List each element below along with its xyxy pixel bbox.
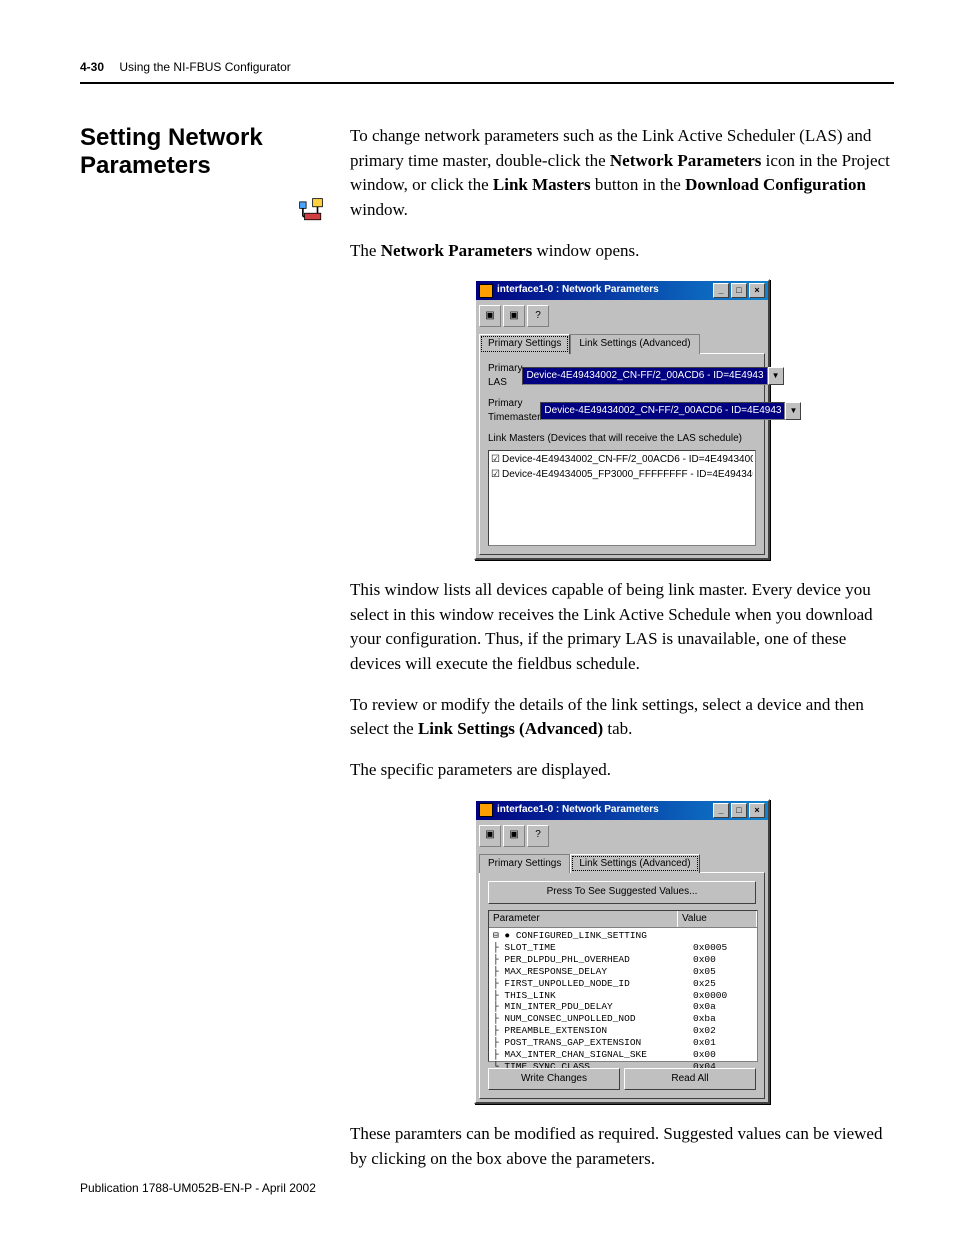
table-row[interactable]: ├ PREAMBLE_EXTENSION0x02	[493, 1025, 753, 1037]
param-name: ├ MAX_RESPONSE_DELAY	[493, 966, 693, 978]
param-value: 0x00	[693, 954, 753, 966]
app-icon	[479, 284, 493, 298]
param-value: 0x02	[693, 1025, 753, 1037]
close-button[interactable]: ×	[749, 803, 765, 818]
label-primary-timemaster: Primary Timemaster	[488, 397, 540, 426]
table-row[interactable]: ├ SLOT_TIME0x0005	[493, 942, 753, 954]
list-item[interactable]: Device-4E49434005_FP3000_FFFFFFFF - ID=4…	[491, 468, 753, 483]
param-value: 0x00	[693, 1049, 753, 1061]
table-row[interactable]: ⊟ ● CONFIGURED_LINK_SETTING	[493, 930, 753, 942]
link-masters-list[interactable]: Device-4E49434002_CN-FF/2_00ACD6 - ID=4E…	[488, 450, 756, 546]
help-button[interactable]: ?	[527, 825, 549, 847]
maximize-button[interactable]: □	[731, 283, 747, 298]
table-row[interactable]: ├ POST_TRANS_GAP_EXTENSION0x01	[493, 1037, 753, 1049]
write-changes-button[interactable]: Write Changes	[488, 1068, 620, 1091]
paragraph-4: To review or modify the details of the l…	[350, 693, 894, 742]
minimize-button[interactable]: _	[713, 803, 729, 818]
network-parameters-dialog-advanced: interface1-0 : Network Parameters _ □ × …	[474, 799, 770, 1105]
window-title: interface1-0 : Network Parameters	[497, 283, 659, 298]
param-value: 0x0000	[693, 990, 753, 1002]
param-name: ├ PREAMBLE_EXTENSION	[493, 1025, 693, 1037]
header-rule	[80, 82, 894, 84]
tabstrip: Primary Settings Link Settings (Advanced…	[479, 853, 765, 873]
paragraph-2: The Network Parameters window opens.	[350, 239, 894, 264]
list-item[interactable]: Device-4E49434002_CN-FF/2_00ACD6 - ID=4E…	[491, 453, 753, 468]
paragraph-3: This window lists all devices capable of…	[350, 578, 894, 677]
param-name: ├ MAX_INTER_CHAN_SIGNAL_SKE	[493, 1049, 693, 1061]
toolbar-button-2[interactable]: ▣	[503, 305, 525, 327]
titlebar[interactable]: interface1-0 : Network Parameters _ □ ×	[476, 281, 768, 300]
table-row[interactable]: ├ FIRST_UNPOLLED_NODE_ID0x25	[493, 978, 753, 990]
chevron-down-icon[interactable]: ▼	[768, 367, 784, 386]
chapter-title: Using the NI-FBUS Configurator	[119, 60, 290, 74]
tab-link-settings-advanced[interactable]: Link Settings (Advanced)	[570, 334, 699, 354]
param-name: ├ THIS_LINK	[493, 990, 693, 1002]
paragraph-5: The specific parameters are displayed.	[350, 758, 894, 783]
paragraph-6: These paramters can be modified as requi…	[350, 1122, 894, 1171]
param-name: ├ POST_TRANS_GAP_EXTENSION	[493, 1037, 693, 1049]
link-masters-label: Link Masters (Devices that will receive …	[488, 432, 756, 447]
param-name: ├ FIRST_UNPOLLED_NODE_ID	[493, 978, 693, 990]
table-row[interactable]: ├ MAX_INTER_CHAN_SIGNAL_SKE0x00	[493, 1049, 753, 1061]
param-value: 0x05	[693, 966, 753, 978]
paragraph-1: To change network parameters such as the…	[350, 124, 894, 223]
page-number: 4-30	[80, 60, 104, 74]
param-name: ├ PER_DLPDU_PHL_OVERHEAD	[493, 954, 693, 966]
page-header: 4-30 Using the NI-FBUS Configurator	[80, 60, 894, 74]
app-icon	[479, 803, 493, 817]
section-title: Setting Network Parameters	[80, 124, 330, 179]
help-button[interactable]: ?	[527, 305, 549, 327]
tabstrip: Primary Settings Link Settings (Advanced…	[479, 333, 765, 353]
read-all-button[interactable]: Read All	[624, 1068, 756, 1091]
maximize-button[interactable]: □	[731, 803, 747, 818]
param-value: 0x01	[693, 1037, 753, 1049]
column-header-parameter: Parameter	[489, 911, 678, 928]
param-name: ⊟ ● CONFIGURED_LINK_SETTING	[493, 930, 693, 942]
param-value: 0x0005	[693, 942, 753, 954]
toolbar-button-1[interactable]: ▣	[479, 305, 501, 327]
param-name: ├ MIN_INTER_PDU_DELAY	[493, 1001, 693, 1013]
select-primary-timemaster[interactable]: Device-4E49434002_CN-FF/2_00ACD6 - ID=4E…	[540, 402, 785, 421]
minimize-button[interactable]: _	[713, 283, 729, 298]
table-row[interactable]: ├ MIN_INTER_PDU_DELAY0x0a	[493, 1001, 753, 1013]
titlebar[interactable]: interface1-0 : Network Parameters _ □ ×	[476, 801, 768, 820]
table-row[interactable]: ├ NUM_CONSEC_UNPOLLED_NOD0xba	[493, 1013, 753, 1025]
toolbar: ▣ ▣ ?	[479, 823, 765, 851]
table-row[interactable]: ├ THIS_LINK0x0000	[493, 990, 753, 1002]
param-value: 0x25	[693, 978, 753, 990]
publication-footer: Publication 1788-UM052B-EN-P - April 200…	[80, 1181, 316, 1195]
tab-primary-settings[interactable]: Primary Settings	[479, 334, 570, 354]
network-parameters-icon	[80, 179, 330, 228]
toolbar-button-1[interactable]: ▣	[479, 825, 501, 847]
table-row[interactable]: ├ PER_DLPDU_PHL_OVERHEAD0x00	[493, 954, 753, 966]
toolbar-button-2[interactable]: ▣	[503, 825, 525, 847]
param-name: ├ NUM_CONSEC_UNPOLLED_NOD	[493, 1013, 693, 1025]
network-parameters-dialog-primary: interface1-0 : Network Parameters _ □ × …	[474, 279, 770, 560]
param-value	[693, 930, 753, 942]
select-primary-las[interactable]: Device-4E49434002_CN-FF/2_00ACD6 - ID=4E…	[522, 367, 767, 386]
close-button[interactable]: ×	[749, 283, 765, 298]
tab-link-settings-advanced[interactable]: Link Settings (Advanced)	[570, 854, 699, 874]
column-header-value: Value	[678, 911, 757, 928]
param-value: 0xba	[693, 1013, 753, 1025]
suggested-values-button[interactable]: Press To See Suggested Values...	[488, 881, 756, 904]
label-primary-las: Primary LAS	[488, 362, 522, 391]
param-name: ├ SLOT_TIME	[493, 942, 693, 954]
parameter-table[interactable]: Parameter Value ⊟ ● CONFIGURED_LINK_SETT…	[488, 910, 758, 1062]
window-title: interface1-0 : Network Parameters	[497, 803, 659, 818]
tab-primary-settings[interactable]: Primary Settings	[479, 854, 570, 874]
toolbar: ▣ ▣ ?	[479, 303, 765, 331]
param-value: 0x0a	[693, 1001, 753, 1013]
table-row[interactable]: ├ MAX_RESPONSE_DELAY0x05	[493, 966, 753, 978]
chevron-down-icon[interactable]: ▼	[785, 402, 801, 421]
